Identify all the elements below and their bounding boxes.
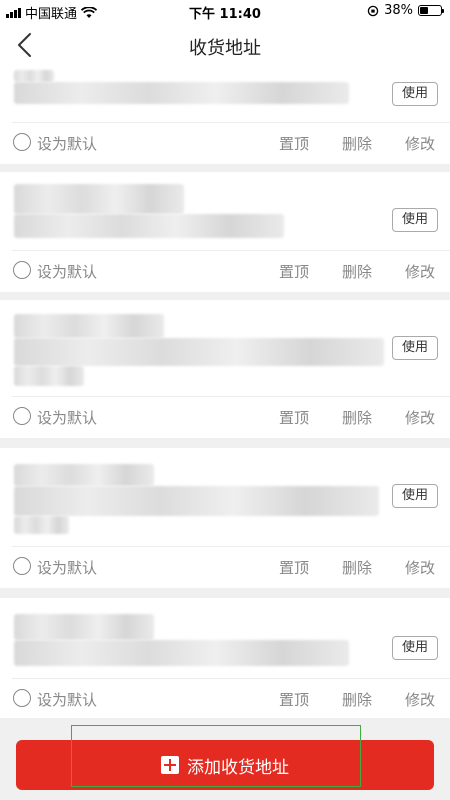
status-bar: 中国联通 下午 11:40 38% <box>0 0 450 22</box>
plus-square-icon <box>161 756 179 774</box>
bottom-bar: 添加收货地址 <box>0 718 450 800</box>
address-card: 使用 设为默认 置顶 删除 修改 <box>0 598 450 718</box>
edit-button[interactable]: 修改 <box>405 557 435 578</box>
default-radio[interactable] <box>13 557 31 575</box>
use-button[interactable]: 使用 <box>392 484 438 508</box>
status-right: 38% <box>367 3 444 18</box>
use-button[interactable]: 使用 <box>392 636 438 660</box>
delete-button[interactable]: 删除 <box>342 133 372 154</box>
add-address-button[interactable]: 添加收货地址 <box>16 740 434 790</box>
pin-top-button[interactable]: 置顶 <box>279 407 309 428</box>
blurred-address <box>14 464 154 486</box>
pin-top-button[interactable]: 置顶 <box>279 557 309 578</box>
set-default-label[interactable]: 设为默认 <box>37 689 97 710</box>
blurred-address <box>14 614 154 640</box>
address-info[interactable] <box>0 448 450 546</box>
pin-top-button[interactable]: 置顶 <box>279 261 309 282</box>
blurred-address <box>14 184 184 214</box>
battery-fill <box>420 7 428 14</box>
default-radio[interactable] <box>13 133 31 151</box>
address-actions: 设为默认 置顶 删除 修改 <box>0 251 450 291</box>
pin-top-button[interactable]: 置顶 <box>279 133 309 154</box>
default-radio[interactable] <box>13 407 31 425</box>
set-default-label[interactable]: 设为默认 <box>37 557 97 578</box>
edit-button[interactable]: 修改 <box>405 689 435 710</box>
orientation-lock-icon <box>367 5 379 16</box>
address-actions: 设为默认 置顶 删除 修改 <box>0 123 450 163</box>
address-info[interactable] <box>0 172 450 250</box>
address-card: 使用 设为默认 置顶 删除 修改 <box>0 172 450 292</box>
default-radio[interactable] <box>13 261 31 279</box>
delete-button[interactable]: 删除 <box>342 407 372 428</box>
battery-icon <box>418 5 444 16</box>
address-actions: 设为默认 置顶 删除 修改 <box>0 547 450 587</box>
pin-top-button[interactable]: 置顶 <box>279 689 309 710</box>
address-actions: 设为默认 置顶 删除 修改 <box>0 679 450 718</box>
address-info[interactable] <box>0 598 450 676</box>
delete-button[interactable]: 删除 <box>342 689 372 710</box>
nav-bar: 收货地址 <box>0 22 450 68</box>
page-title: 收货地址 <box>189 38 261 59</box>
set-default-label[interactable]: 设为默认 <box>37 261 97 282</box>
address-card: 使用 设为默认 置顶 删除 修改 <box>0 448 450 588</box>
blurred-address <box>14 366 84 386</box>
blurred-address <box>14 338 384 366</box>
address-list[interactable]: 使用 设为默认 置顶 删除 修改 使用 设为默认 置顶 删除 修改 使用 设为默… <box>0 68 450 718</box>
delete-button[interactable]: 删除 <box>342 557 372 578</box>
blurred-address <box>14 82 349 104</box>
address-card: 使用 设为默认 置顶 删除 修改 <box>0 300 450 438</box>
set-default-label[interactable]: 设为默认 <box>37 407 97 428</box>
address-card: 使用 设为默认 置顶 删除 修改 <box>0 68 450 164</box>
blurred-address <box>14 516 69 534</box>
use-button[interactable]: 使用 <box>392 82 438 106</box>
edit-button[interactable]: 修改 <box>405 133 435 154</box>
use-button[interactable]: 使用 <box>392 336 438 360</box>
default-radio[interactable] <box>13 689 31 707</box>
blurred-address <box>14 486 379 516</box>
edit-button[interactable]: 修改 <box>405 261 435 282</box>
blurred-address <box>14 640 349 666</box>
use-button[interactable]: 使用 <box>392 208 438 232</box>
battery-percent: 38% <box>384 3 413 18</box>
blurred-address <box>14 314 164 338</box>
delete-button[interactable]: 删除 <box>342 261 372 282</box>
blurred-address <box>14 70 54 82</box>
address-info[interactable] <box>0 300 450 396</box>
blurred-address <box>14 214 284 238</box>
address-info[interactable] <box>0 68 450 122</box>
set-default-label[interactable]: 设为默认 <box>37 133 97 154</box>
add-address-label: 添加收货地址 <box>187 757 289 778</box>
edit-button[interactable]: 修改 <box>405 407 435 428</box>
address-actions: 设为默认 置顶 删除 修改 <box>0 397 450 437</box>
